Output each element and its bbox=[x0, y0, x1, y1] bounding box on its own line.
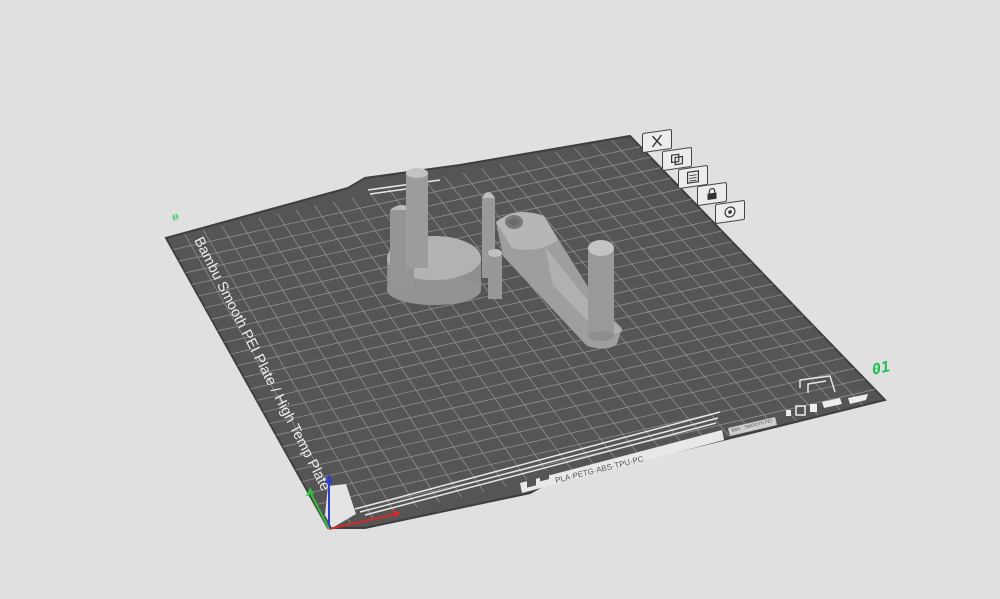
plate-settings-button[interactable] bbox=[715, 199, 745, 225]
3d-viewport[interactable]: PLA·PETG·ABS·TPU·PC BM1 · SMOOTH PEI Bam… bbox=[0, 0, 1000, 599]
close-icon bbox=[651, 134, 663, 148]
settings-icon bbox=[724, 206, 736, 218]
plate-number: 01 bbox=[872, 357, 891, 379]
arrange-icon bbox=[671, 153, 683, 166]
lock-icon bbox=[707, 187, 717, 201]
